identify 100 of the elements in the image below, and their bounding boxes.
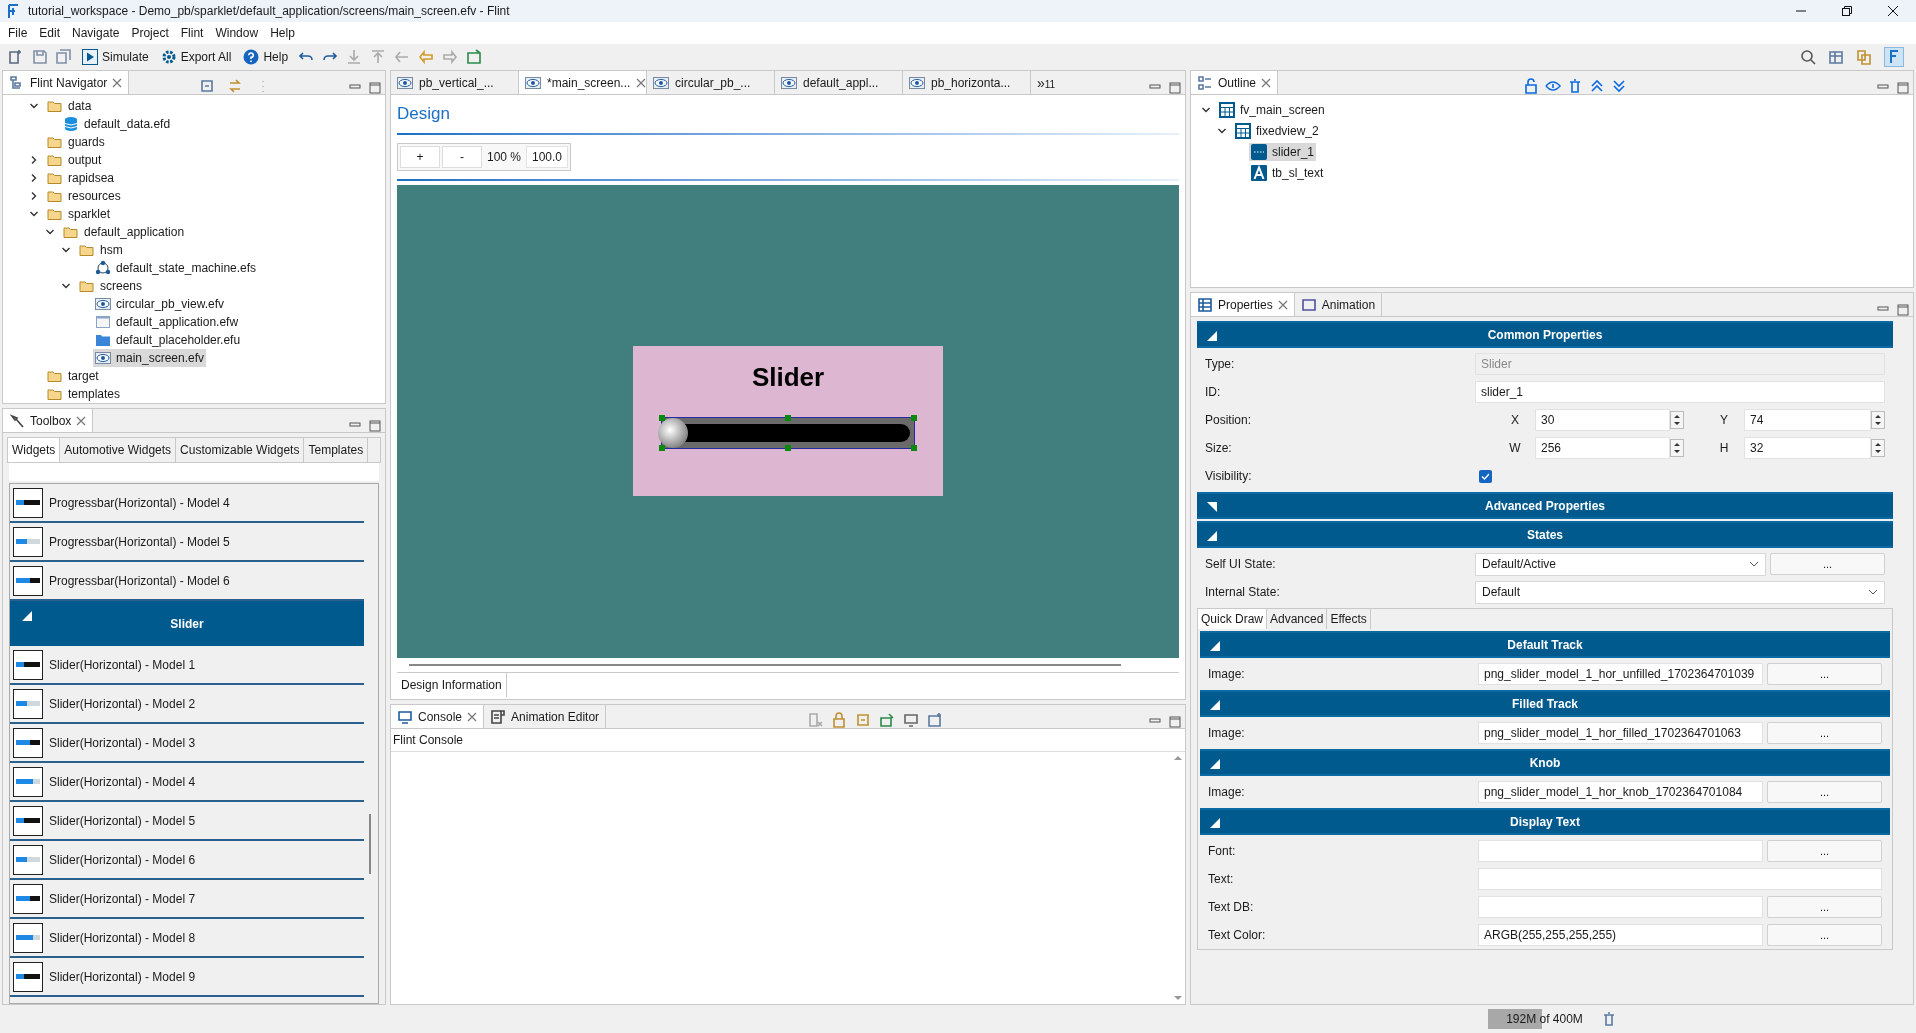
browse-button[interactable]: ... — [1767, 781, 1882, 803]
copy-icon[interactable] — [1856, 49, 1872, 65]
text-field[interactable] — [1478, 840, 1763, 862]
tree-item[interactable]: resources — [45, 187, 123, 205]
section-header[interactable]: Knob — [1200, 749, 1890, 776]
text-field[interactable]: slider_1 — [1475, 381, 1885, 403]
number-field[interactable]: 74 — [1744, 409, 1871, 431]
resize-handle[interactable] — [659, 445, 665, 452]
widget-list-item[interactable]: Slider(Horizontal) - Model 5 — [10, 802, 364, 841]
menu-item[interactable]: Help — [264, 24, 301, 42]
triangle-icon[interactable] — [1210, 759, 1220, 769]
table-icon[interactable] — [1197, 296, 1213, 313]
dropdown[interactable]: Default — [1475, 580, 1885, 604]
back-arrow-icon[interactable] — [418, 49, 435, 65]
triangle-icon[interactable] — [1210, 641, 1220, 651]
new-console-icon[interactable] — [926, 712, 943, 728]
chevron-icon[interactable] — [45, 227, 55, 237]
section-header[interactable]: Display Text — [1200, 808, 1890, 835]
scroll-down-icon[interactable] — [1174, 994, 1182, 1002]
tree-item[interactable]: default_application — [61, 223, 187, 241]
document-icon[interactable] — [490, 708, 507, 725]
open-panel-icon[interactable] — [466, 49, 483, 65]
tree-item[interactable]: output — [45, 151, 104, 169]
panel-tab[interactable]: Toolbox — [3, 409, 94, 432]
menu-item[interactable]: Flint — [174, 24, 210, 42]
new-file-icon[interactable] — [8, 49, 24, 65]
triangle-icon[interactable] — [1207, 502, 1217, 512]
tree-item[interactable]: main_screen.efv — [93, 349, 207, 367]
tree-item[interactable]: fixedview_2 — [1233, 121, 1321, 140]
upload-icon[interactable] — [370, 49, 387, 65]
number-field[interactable]: 256 — [1535, 437, 1670, 459]
scroll-up-icon[interactable] — [1174, 754, 1182, 762]
property-tab[interactable]: Quick Draw — [1198, 609, 1267, 629]
panel-tab[interactable]: Outline — [1191, 71, 1279, 94]
maximize-icon[interactable] — [1897, 82, 1909, 94]
tree-item[interactable]: slider_1 — [1249, 142, 1317, 161]
spinner-icon[interactable] — [1670, 411, 1684, 429]
monitor-icon[interactable] — [397, 708, 413, 725]
tree-item[interactable]: rapidsea — [45, 169, 117, 187]
tree-item[interactable]: default_state_machine.efs — [93, 259, 259, 277]
tree-item[interactable]: default_placeholder.efu — [93, 331, 243, 349]
trash-icon[interactable] — [1601, 1011, 1617, 1027]
panel-tab[interactable]: Flint Navigator — [3, 71, 130, 94]
triangle-icon[interactable] — [1207, 531, 1217, 541]
menu-item[interactable]: Navigate — [66, 24, 126, 42]
eye-icon[interactable] — [1544, 78, 1561, 94]
resize-handle[interactable] — [911, 445, 917, 452]
menu-item[interactable]: Edit — [33, 24, 67, 42]
forward-arrow-icon[interactable] — [442, 49, 459, 65]
tree-item[interactable]: tb_sl_text — [1249, 163, 1326, 182]
browse-button[interactable]: ... — [1767, 722, 1882, 744]
widget-list-item[interactable]: Slider(Horizontal) - Model 6 — [10, 841, 364, 880]
widget-list-item[interactable]: Slider(Horizontal) - Model 7 — [10, 880, 364, 919]
chevron-icon[interactable] — [29, 173, 39, 183]
section-header[interactable]: Default Track — [1200, 631, 1890, 658]
chevron-icon[interactable] — [29, 155, 39, 165]
browse-button[interactable]: ... — [1767, 896, 1882, 918]
save-all-icon[interactable] — [56, 49, 72, 65]
search-icon[interactable] — [1800, 49, 1816, 65]
triangle-icon[interactable] — [22, 611, 32, 621]
move-down-icon[interactable] — [1610, 78, 1627, 94]
tree-item[interactable]: default_application.efw — [93, 313, 241, 331]
toolbar-button[interactable]: Help — [241, 48, 291, 66]
number-field[interactable]: 30 — [1535, 409, 1670, 431]
zoom-button[interactable]: - — [442, 145, 482, 168]
tree-item[interactable]: guards — [45, 133, 107, 151]
clear-icon[interactable] — [806, 712, 823, 728]
close-icon[interactable] — [1888, 6, 1898, 16]
widget-list-item[interactable]: Slider(Horizontal) - Model 8 — [10, 919, 364, 958]
section-header[interactable]: Filled Track — [1200, 690, 1890, 717]
download-icon[interactable] — [346, 49, 363, 65]
tree-item[interactable]: default_data.efd — [61, 115, 173, 133]
browse-button[interactable]: ... — [1770, 553, 1885, 575]
widget-list-item[interactable]: Progressbar(Horizontal) - Model 5 — [10, 523, 364, 562]
text-field[interactable]: ARGB(255,255,255,255) — [1478, 924, 1763, 946]
chevron-icon[interactable] — [61, 245, 71, 255]
menu-item[interactable]: Project — [125, 24, 175, 42]
triangle-icon[interactable] — [1210, 818, 1220, 828]
collapse-icon[interactable] — [199, 78, 216, 94]
widget-list-item[interactable]: Slider(Horizontal) - Model 2 — [10, 685, 364, 724]
checkbox[interactable] — [1479, 469, 1492, 483]
widget-list-item[interactable]: Slider(Horizontal) - Model 4 — [10, 763, 364, 802]
resize-handle[interactable] — [659, 415, 665, 422]
tree-item[interactable]: data — [45, 97, 94, 115]
search-field[interactable] — [9, 463, 379, 481]
more-tabs-button[interactable]: »11 — [1031, 71, 1062, 94]
panel-tab[interactable]: Properties — [1191, 293, 1295, 316]
maximize-icon[interactable] — [1169, 82, 1181, 94]
outline-icon[interactable] — [1197, 74, 1213, 91]
chevron-icon[interactable] — [29, 101, 39, 111]
zoom-field[interactable]: 100.0 — [526, 145, 568, 168]
tree-item[interactable]: hsm — [77, 241, 125, 259]
widget-list-item[interactable]: Progressbar(Horizontal) - Model 4 — [10, 484, 364, 523]
text-field[interactable] — [1478, 868, 1882, 890]
triangle-icon[interactable] — [1207, 331, 1217, 341]
widget-list-item[interactable]: Slider(Horizontal) - Model 9 — [10, 958, 364, 997]
tree-item[interactable]: templates — [45, 385, 123, 403]
widget-list-item[interactable]: Slider(Horizontal) - Model 1 — [10, 646, 364, 685]
maximize-icon[interactable] — [369, 420, 381, 432]
text-field[interactable]: png_slider_model_1_hor_unfilled_1702364701039 — [1478, 663, 1763, 685]
